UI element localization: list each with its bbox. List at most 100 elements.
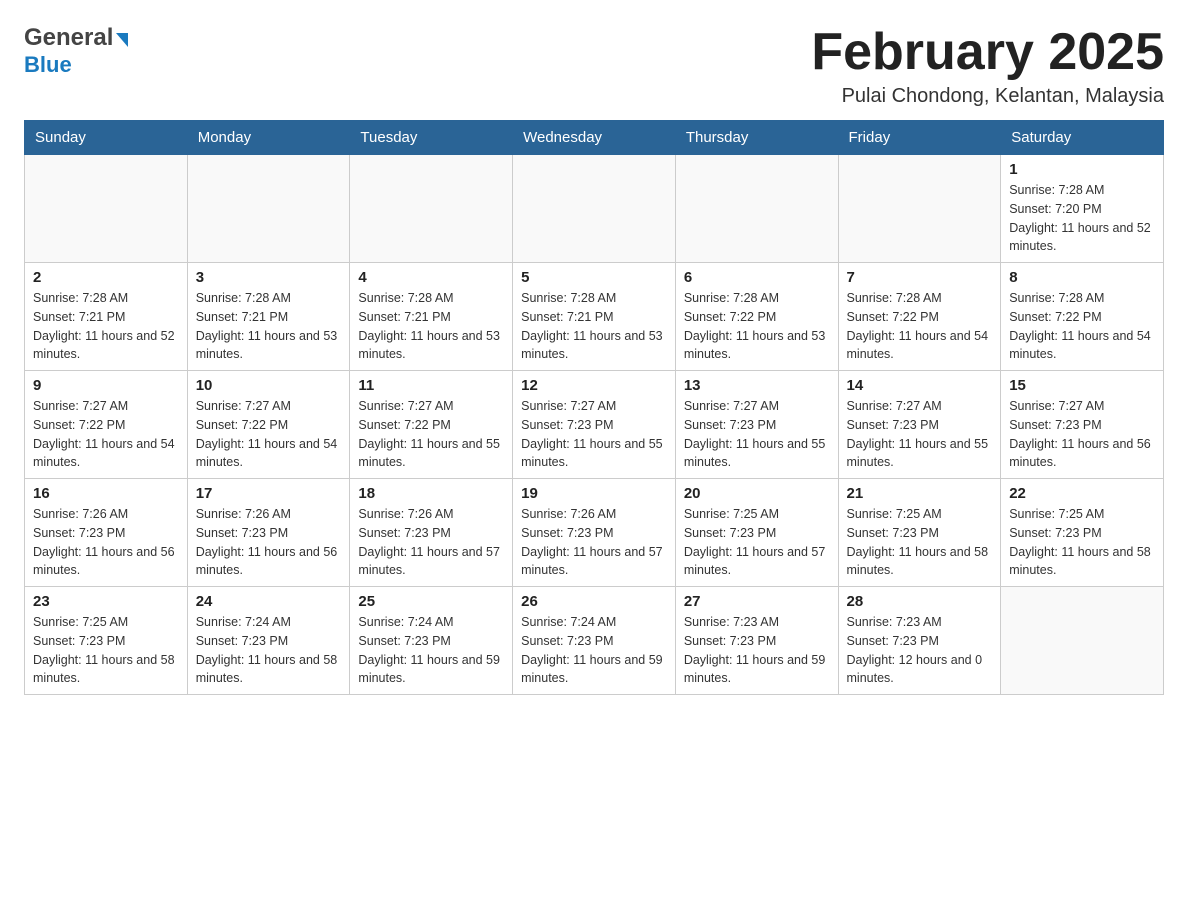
logo-general: General: [24, 24, 113, 52]
logo-triangle-icon: [116, 33, 128, 47]
day-info: Sunrise: 7:27 AM Sunset: 7:22 PM Dayligh…: [358, 397, 504, 472]
day-info: Sunrise: 7:28 AM Sunset: 7:22 PM Dayligh…: [1009, 289, 1155, 364]
day-info: Sunrise: 7:27 AM Sunset: 7:23 PM Dayligh…: [847, 397, 993, 472]
title-section: February 2025 Pulai Chondong, Kelantan, …: [811, 24, 1164, 108]
calendar-cell: 16Sunrise: 7:26 AM Sunset: 7:23 PM Dayli…: [25, 479, 188, 587]
weekday-header-thursday: Thursday: [675, 121, 838, 155]
day-number: 26: [521, 593, 667, 610]
day-number: 28: [847, 593, 993, 610]
day-info: Sunrise: 7:25 AM Sunset: 7:23 PM Dayligh…: [33, 613, 179, 688]
day-info: Sunrise: 7:26 AM Sunset: 7:23 PM Dayligh…: [521, 505, 667, 580]
calendar-cell: 6 Sunrise: 7:28 AM Sunset: 7:22 PM Daylig…: [675, 263, 838, 371]
day-info: Sunrise: 7:24 AM Sunset: 7:23 PM Dayligh…: [358, 613, 504, 688]
day-number: 19: [521, 485, 667, 502]
calendar-cell: 20 Sunrise: 7:25 AM Sunset: 7:23 PM Dayli…: [675, 479, 838, 587]
day-number: 10: [196, 377, 342, 394]
day-info: Sunrise: 7:25 AM Sunset: 7:23 PM Dayligh…: [1009, 505, 1155, 580]
calendar-cell: 9 Sunrise: 7:27 AM Sunset: 7:22 PM Daylig…: [25, 371, 188, 479]
day-number: 8: [1009, 269, 1155, 286]
day-info: Sunrise: 7:24 AM Sunset: 7:23 PM Dayligh…: [196, 613, 342, 688]
day-number: 5: [521, 269, 667, 286]
weekday-header-tuesday: Tuesday: [350, 121, 513, 155]
day-info: Sunrise: 7:28 AM Sunset: 7:21 PM Dayligh…: [521, 289, 667, 364]
calendar-cell: 18 Sunrise: 7:26 AM Sunset: 7:23 PM Dayli…: [350, 479, 513, 587]
calendar-cell: 8 Sunrise: 7:28 AM Sunset: 7:22 PM Daylig…: [1001, 263, 1164, 371]
day-number: 12: [521, 377, 667, 394]
page-header: General Blue February 2025 Pulai Chondon…: [24, 24, 1164, 108]
calendar-cell: 22 Sunrise: 7:25 AM Sunset: 7:23 PM Dayli…: [1001, 479, 1164, 587]
day-info: Sunrise: 7:28 AM Sunset: 7:20 PM Dayligh…: [1009, 181, 1155, 256]
logo-blue: Blue: [24, 52, 72, 77]
calendar-cell: 5 Sunrise: 7:28 AM Sunset: 7:21 PM Daylig…: [513, 263, 676, 371]
calendar-cell: 7Sunrise: 7:28 AM Sunset: 7:22 PM Daylig…: [838, 263, 1001, 371]
weekday-header-monday: Monday: [187, 121, 350, 155]
calendar-cell: 26 Sunrise: 7:24 AM Sunset: 7:23 PM Dayli…: [513, 587, 676, 695]
logo: General Blue: [24, 24, 128, 78]
month-title: February 2025: [811, 24, 1164, 81]
day-info: Sunrise: 7:25 AM Sunset: 7:23 PM Dayligh…: [684, 505, 830, 580]
day-number: 21: [847, 485, 993, 502]
calendar-cell: [350, 155, 513, 263]
location-subtitle: Pulai Chondong, Kelantan, Malaysia: [811, 85, 1164, 108]
calendar-cell: [187, 155, 350, 263]
calendar-cell: 10Sunrise: 7:27 AM Sunset: 7:22 PM Dayli…: [187, 371, 350, 479]
calendar-cell: 19 Sunrise: 7:26 AM Sunset: 7:23 PM Dayli…: [513, 479, 676, 587]
week-row-5: 23 Sunrise: 7:25 AM Sunset: 7:23 PM Dayli…: [25, 587, 1164, 695]
calendar-cell: 14 Sunrise: 7:27 AM Sunset: 7:23 PM Dayli…: [838, 371, 1001, 479]
day-info: Sunrise: 7:23 AM Sunset: 7:23 PM Dayligh…: [847, 613, 993, 688]
day-info: Sunrise: 7:27 AM Sunset: 7:22 PM Dayligh…: [33, 397, 179, 472]
calendar-cell: 12 Sunrise: 7:27 AM Sunset: 7:23 PM Dayli…: [513, 371, 676, 479]
calendar-cell: 24 Sunrise: 7:24 AM Sunset: 7:23 PM Dayli…: [187, 587, 350, 695]
day-info: Sunrise: 7:28 AM Sunset: 7:22 PM Dayligh…: [847, 289, 993, 364]
calendar-cell: [1001, 587, 1164, 695]
day-number: 15: [1009, 377, 1155, 394]
calendar-cell: 15 Sunrise: 7:27 AM Sunset: 7:23 PM Dayli…: [1001, 371, 1164, 479]
week-row-4: 16 Sunrise: 7:26 AM Sunset: 7:23 PM Dayli…: [25, 479, 1164, 587]
weekday-header-saturday: Saturday: [1001, 121, 1164, 155]
calendar-cell: 27Sunrise: 7:23 AM Sunset: 7:23 PM Dayli…: [675, 587, 838, 695]
day-number: 4: [358, 269, 504, 286]
day-info: Sunrise: 7:26 AM Sunset: 7:23 PM Dayligh…: [358, 505, 504, 580]
week-row-1: 1 Sunrise: 7:28 AM Sunset: 7:20 PM Daylig…: [25, 155, 1164, 263]
calendar-cell: 28 Sunrise: 7:23 AM Sunset: 7:23 PM Dayli…: [838, 587, 1001, 695]
day-info: Sunrise: 7:27 AM Sunset: 7:23 PM Dayligh…: [521, 397, 667, 472]
calendar-table: SundayMondayTuesdayWednesdayThursdayFrid…: [24, 120, 1164, 695]
day-info: Sunrise: 7:26 AM Sunset: 7:23 PM Dayligh…: [196, 505, 342, 580]
calendar-cell: 11Sunrise: 7:27 AM Sunset: 7:22 PM Dayli…: [350, 371, 513, 479]
day-info: Sunrise: 7:28 AM Sunset: 7:22 PM Dayligh…: [684, 289, 830, 364]
day-number: 1: [1009, 161, 1155, 178]
day-number: 23: [33, 593, 179, 610]
day-info: Sunrise: 7:28 AM Sunset: 7:21 PM Dayligh…: [358, 289, 504, 364]
day-info: Sunrise: 7:27 AM Sunset: 7:23 PM Dayligh…: [684, 397, 830, 472]
calendar-cell: [513, 155, 676, 263]
day-info: Sunrise: 7:28 AM Sunset: 7:21 PM Dayligh…: [196, 289, 342, 364]
day-number: 18: [358, 485, 504, 502]
day-number: 24: [196, 593, 342, 610]
week-row-2: 2 Sunrise: 7:28 AM Sunset: 7:21 PM Daylig…: [25, 263, 1164, 371]
calendar-cell: [675, 155, 838, 263]
weekday-header-wednesday: Wednesday: [513, 121, 676, 155]
calendar-cell: 4 Sunrise: 7:28 AM Sunset: 7:21 PM Daylig…: [350, 263, 513, 371]
day-number: 22: [1009, 485, 1155, 502]
day-number: 2: [33, 269, 179, 286]
day-number: 6: [684, 269, 830, 286]
calendar-cell: 2 Sunrise: 7:28 AM Sunset: 7:21 PM Daylig…: [25, 263, 188, 371]
day-info: Sunrise: 7:27 AM Sunset: 7:23 PM Dayligh…: [1009, 397, 1155, 472]
calendar-cell: 23 Sunrise: 7:25 AM Sunset: 7:23 PM Dayli…: [25, 587, 188, 695]
day-number: 3: [196, 269, 342, 286]
day-number: 14: [847, 377, 993, 394]
day-info: Sunrise: 7:24 AM Sunset: 7:23 PM Dayligh…: [521, 613, 667, 688]
week-row-3: 9 Sunrise: 7:27 AM Sunset: 7:22 PM Daylig…: [25, 371, 1164, 479]
calendar-cell: [838, 155, 1001, 263]
day-info: Sunrise: 7:25 AM Sunset: 7:23 PM Dayligh…: [847, 505, 993, 580]
calendar-cell: 13 Sunrise: 7:27 AM Sunset: 7:23 PM Dayli…: [675, 371, 838, 479]
day-number: 20: [684, 485, 830, 502]
day-number: 16: [33, 485, 179, 502]
day-info: Sunrise: 7:28 AM Sunset: 7:21 PM Dayligh…: [33, 289, 179, 364]
day-number: 25: [358, 593, 504, 610]
day-number: 9: [33, 377, 179, 394]
weekday-header-friday: Friday: [838, 121, 1001, 155]
day-number: 13: [684, 377, 830, 394]
calendar-cell: [25, 155, 188, 263]
weekday-header-row: SundayMondayTuesdayWednesdayThursdayFrid…: [25, 121, 1164, 155]
